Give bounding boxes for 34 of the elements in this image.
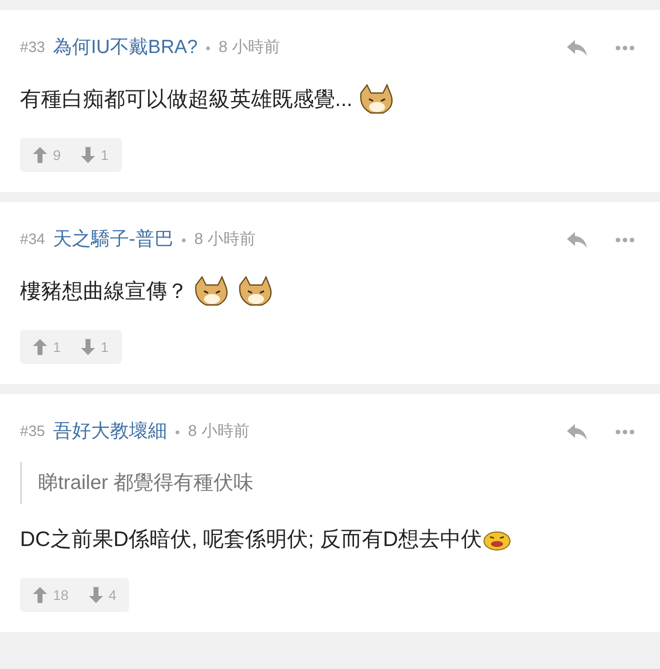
- separator-dot: •: [175, 422, 180, 442]
- upvote-button[interactable]: 18: [33, 584, 69, 606]
- comment-number: #35: [20, 422, 46, 442]
- downvote-button[interactable]: 1: [80, 144, 109, 166]
- post-time: 8 小時前: [194, 230, 256, 250]
- more-icon: [615, 45, 635, 51]
- downvote-button[interactable]: 1: [80, 336, 109, 358]
- up-arrow-icon: [33, 147, 47, 163]
- down-arrow-icon: [88, 587, 103, 603]
- post-time: 8 小時前: [188, 422, 250, 442]
- comment-text: 有種白痴都可以做超級英雄既感覺...: [20, 87, 353, 114]
- username-link[interactable]: 天之驕子-普巴: [53, 226, 174, 254]
- up-arrow-icon: [33, 339, 47, 355]
- username-link[interactable]: 為何IU不戴BRA?: [53, 34, 198, 62]
- username-link[interactable]: 吾好大教壞細: [53, 418, 168, 446]
- comment-text: 樓豬想曲線宣傳？: [20, 279, 188, 306]
- downvote-button[interactable]: 4: [88, 584, 116, 606]
- reply-icon: [566, 231, 588, 249]
- separator-dot: •: [206, 38, 211, 58]
- upvote-button[interactable]: 9: [33, 144, 61, 166]
- separator-dot: •: [181, 230, 186, 250]
- reply-icon: [566, 423, 588, 441]
- comment-number: #33: [20, 38, 46, 58]
- down-arrow-icon: [80, 339, 95, 355]
- reply-icon: [566, 39, 588, 57]
- comment-number: #34: [20, 230, 46, 250]
- upvote-button[interactable]: 1: [33, 336, 61, 358]
- post-time: 8 小時前: [218, 38, 280, 58]
- more-icon: [615, 237, 635, 243]
- comment-text: DC之前果D係暗伏, 呢套係明伏; 反而有D想去中伏: [20, 527, 482, 554]
- quoted-text: 睇trailer 都覺得有種伏味: [38, 472, 254, 494]
- up-arrow-icon: [33, 587, 47, 603]
- more-icon: [615, 429, 635, 435]
- down-arrow-icon: [80, 147, 95, 163]
